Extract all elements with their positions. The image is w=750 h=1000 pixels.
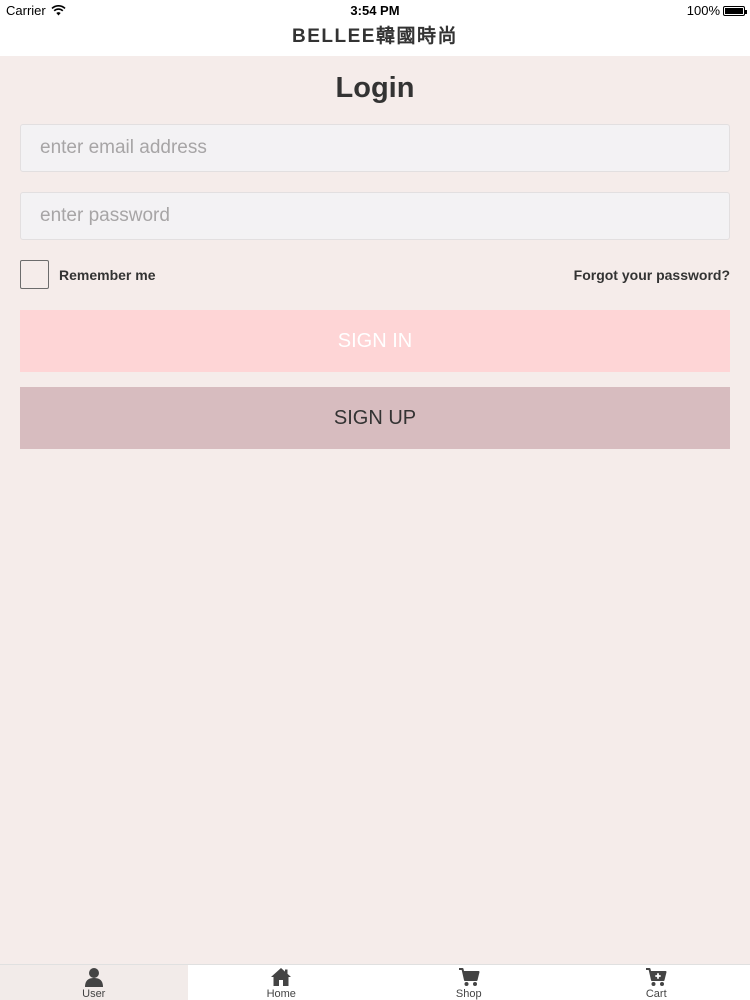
battery-percent: 100% xyxy=(686,3,720,18)
shopping-cart-icon xyxy=(458,968,480,986)
battery-icon xyxy=(723,5,747,16)
nav-bar: BELLEE韓國時尚 xyxy=(0,22,750,56)
remember-me-checkbox[interactable] xyxy=(20,260,49,289)
sign-in-button[interactable]: SIGN IN xyxy=(20,310,730,372)
login-screen: Login Remember me Forgot your password? … xyxy=(0,56,750,964)
tab-shop-label: Shop xyxy=(455,988,482,1000)
remember-me-label[interactable]: Remember me xyxy=(59,267,156,283)
tab-cart[interactable]: Cart xyxy=(563,965,750,1000)
clock: 3:54 PM xyxy=(350,3,400,18)
tab-cart-label: Cart xyxy=(645,988,667,1000)
battery-indicator: 100% xyxy=(686,3,747,18)
tab-user-label: User xyxy=(82,988,106,1000)
cart-add-icon xyxy=(646,968,667,986)
page-title: Login xyxy=(335,72,415,104)
tab-bar: User Home Shop Cart xyxy=(0,964,750,1000)
status-bar: Carrier 3:54 PM 100% xyxy=(0,0,750,22)
email-field[interactable] xyxy=(20,124,730,172)
sign-up-button[interactable]: SIGN UP xyxy=(20,387,730,449)
remember-row: Remember me Forgot your password? xyxy=(20,260,730,290)
brand-title: BELLEE韓國時尚 xyxy=(292,26,458,47)
tab-home-label: Home xyxy=(266,988,296,1000)
forgot-password-link[interactable]: Forgot your password? xyxy=(574,267,730,283)
tab-user[interactable]: User xyxy=(0,965,188,1000)
password-field[interactable] xyxy=(20,192,730,240)
tab-shop[interactable]: Shop xyxy=(375,965,563,1000)
user-icon xyxy=(84,968,103,987)
home-icon xyxy=(271,968,292,986)
tab-home[interactable]: Home xyxy=(188,965,376,1000)
